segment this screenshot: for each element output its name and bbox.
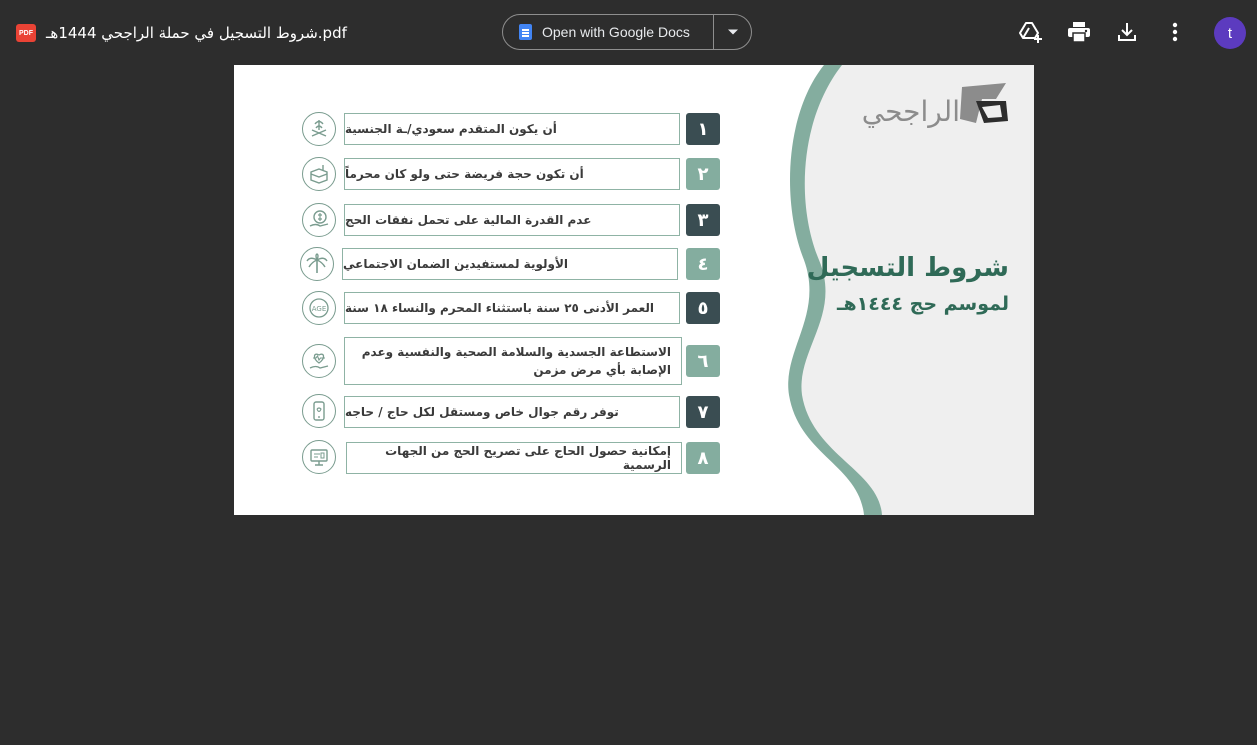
print-icon (1068, 22, 1090, 42)
condition-number-4: ٤ (686, 248, 720, 280)
condition-number-6: ٦ (686, 345, 720, 377)
viewer-toolbar: PDF شروط التسجيل في حملة الراجحي 1444هـ.… (0, 0, 1257, 64)
age-icon: AGE (302, 291, 336, 325)
page-subheadline: لموسم حج ١٤٤٤هـ (836, 293, 1009, 315)
condition-row: AGE العمر الأدنى ٢٥ سنة باستثناء المحرم … (234, 291, 734, 325)
condition-text-2: أن تكون حجة فريضة حتى ولو كان محرماً (344, 158, 680, 190)
download-icon (1118, 23, 1136, 41)
condition-number-7: ٧ (686, 396, 720, 428)
kaaba-icon (302, 157, 336, 191)
google-docs-icon (519, 24, 532, 40)
condition-row: أن يكون المتقدم سعودي/ـة الجنسية ١ (234, 112, 734, 146)
pdf-page: الراجحي شروط التسجيل لموسم حج ١٤٤٤هـ أن … (234, 65, 1034, 515)
more-vert-icon (1172, 22, 1178, 42)
open-with-label: Open with Google Docs (542, 24, 690, 40)
condition-row: الأولوية لمستفيدين الضمان الاجتماعي ٤ (234, 247, 734, 281)
svg-text:AGE: AGE (312, 305, 327, 313)
add-to-drive-button[interactable] (1016, 17, 1046, 47)
condition-number-3: ٣ (686, 204, 720, 236)
permit-computer-icon (302, 440, 336, 474)
condition-text-3: عدم القدرة المالية على تحمل نفقات الحج (344, 204, 680, 236)
open-with-control: Open with Google Docs (502, 14, 752, 50)
condition-row: إمكانية حصول الحاج على تصريح الحج من الج… (234, 440, 734, 474)
palm-icon (300, 247, 334, 281)
pdf-file-icon: PDF (16, 24, 36, 42)
condition-text-7: توفر رقم جوال خاص ومستقل لكل حاج / حاجه (344, 396, 680, 428)
condition-text-1: أن يكون المتقدم سعودي/ـة الجنسية (344, 113, 680, 145)
condition-row: الاستطاعة الجسدية والسلامة الصحية والنفس… (234, 337, 734, 385)
file-name: شروط التسجيل في حملة الراجحي 1444هـ.pdf (46, 24, 347, 42)
print-button[interactable] (1064, 17, 1094, 47)
mobile-phone-icon (302, 394, 336, 428)
file-title: PDF شروط التسجيل في حملة الراجحي 1444هـ.… (16, 20, 347, 46)
money-hand-icon (302, 203, 336, 237)
condition-row: توفر رقم جوال خاص ومستقل لكل حاج / حاجه … (234, 394, 734, 428)
chevron-down-icon (727, 29, 738, 35)
condition-number-8: ٨ (686, 442, 720, 474)
condition-row: أن تكون حجة فريضة حتى ولو كان محرماً ٢ (234, 157, 734, 191)
condition-text-5: العمر الأدنى ٢٥ سنة باستثناء المحرم والن… (344, 292, 680, 324)
condition-number-2: ٢ (686, 158, 720, 190)
saudi-emblem-icon (302, 112, 336, 146)
health-hand-icon (302, 344, 336, 378)
condition-number-5: ٥ (686, 292, 720, 324)
account-avatar[interactable]: t (1214, 17, 1246, 49)
condition-text-8: إمكانية حصول الحاج على تصريح الحج من الج… (346, 442, 682, 474)
more-actions-button[interactable] (1160, 17, 1190, 47)
condition-number-1: ١ (686, 113, 720, 145)
brand-name: الراجحي (861, 95, 960, 128)
page-headline: شروط التسجيل (806, 253, 1009, 283)
condition-row: عدم القدرة المالية على تحمل نفقات الحج ٣ (234, 203, 734, 237)
alrajhi-logo-icon (960, 83, 1008, 123)
open-with-dropdown-button[interactable] (714, 15, 751, 49)
condition-text-6: الاستطاعة الجسدية والسلامة الصحية والنفس… (344, 337, 682, 385)
add-to-drive-icon (1019, 22, 1042, 43)
condition-text-4: الأولوية لمستفيدين الضمان الاجتماعي (342, 248, 678, 280)
open-with-google-docs-button[interactable]: Open with Google Docs (503, 15, 713, 49)
download-button[interactable] (1112, 17, 1142, 47)
